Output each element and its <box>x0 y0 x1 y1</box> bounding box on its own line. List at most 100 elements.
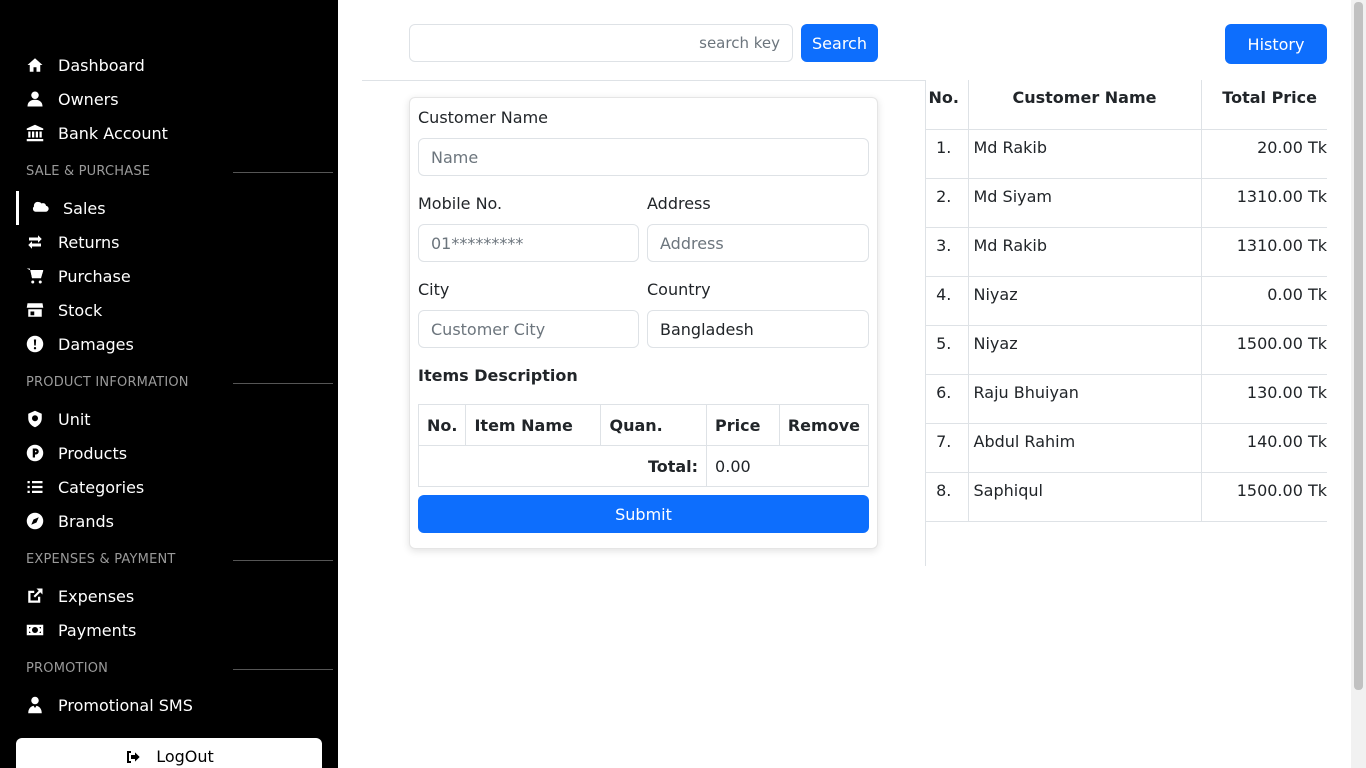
row-total-price: 0.00 Tk <box>1201 276 1327 326</box>
logout-label: LogOut <box>156 747 214 766</box>
sidebar-item-brands[interactable]: Brands <box>16 504 316 538</box>
row-total-price: 1500.00 Tk <box>1201 325 1327 375</box>
sidebar-item-label: Purchase <box>58 266 131 286</box>
sidebar-item-label: Owners <box>58 89 119 109</box>
store-icon <box>24 300 46 320</box>
row-no: 5. <box>926 325 969 375</box>
compass-icon <box>24 511 46 531</box>
divider <box>362 80 926 81</box>
mobile-label: Mobile No. <box>418 194 503 213</box>
items-header-quantity: Quan. <box>600 404 708 446</box>
table-row[interactable]: 5. Niyaz 1500.00 Tk <box>926 325 1327 375</box>
sidebar-item-label: Expenses <box>58 586 135 606</box>
row-customer-name: Abdul Rahim <box>968 423 1202 473</box>
customer-name-field[interactable] <box>418 138 869 176</box>
history-header-total-price: Total Price <box>1201 80 1327 130</box>
row-customer-name: Niyaz <box>968 276 1202 326</box>
sidebar-item-bank-account[interactable]: Bank Account <box>16 116 316 150</box>
sidebar-item-damages[interactable]: Damages <box>16 327 316 361</box>
sidebar-item-label: Bank Account <box>58 123 168 143</box>
row-no: 2. <box>926 178 969 228</box>
total-value: 0.00 <box>706 445 869 487</box>
sales-history-table: No. Customer Name Total Price 1. Md Raki… <box>926 80 1327 522</box>
table-row[interactable]: 6. Raju Bhuiyan 130.00 Tk <box>926 374 1327 424</box>
sidebar-item-expenses[interactable]: Expenses <box>16 579 316 613</box>
sidebar-item-products[interactable]: Products <box>16 436 316 470</box>
sidebar-item-label: Brands <box>58 511 114 531</box>
scrollbar-thumb[interactable] <box>1354 2 1363 690</box>
section-heading-expenses-payment: EXPENSES & PAYMENT <box>26 549 333 569</box>
city-field[interactable] <box>418 310 639 348</box>
sidebar-item-stock[interactable]: Stock <box>16 293 316 327</box>
total-label: Total: <box>417 445 708 487</box>
sidebar-item-label: Damages <box>58 334 134 354</box>
items-description-title: Items Description <box>418 366 578 385</box>
sidebar-item-payments[interactable]: Payments <box>16 613 316 647</box>
row-total-price: 130.00 Tk <box>1201 374 1327 424</box>
table-row[interactable]: 3. Md Rakib 1310.00 Tk <box>926 227 1327 277</box>
address-label: Address <box>647 194 711 213</box>
items-header-item-name: Item Name <box>465 404 602 446</box>
section-heading-product-information: PRODUCT INFORMATION <box>26 372 333 392</box>
mobile-field[interactable] <box>418 224 639 262</box>
row-customer-name: Raju Bhuiyan <box>968 374 1202 424</box>
row-total-price: 1310.00 Tk <box>1201 227 1327 277</box>
sidebar-item-label: Sales <box>63 198 106 218</box>
shield-icon <box>24 409 46 429</box>
external-link-icon <box>24 586 46 606</box>
row-customer-name: Md Rakib <box>968 227 1202 277</box>
sidebar-item-unit[interactable]: Unit <box>16 402 316 436</box>
address-field[interactable] <box>647 224 869 262</box>
sidebar-item-purchase[interactable]: Purchase <box>16 259 316 293</box>
table-row[interactable]: 1. Md Rakib 20.00 Tk <box>926 129 1327 179</box>
items-table: No. Item Name Quan. Price Remove Total: … <box>417 404 870 487</box>
row-customer-name: Saphiqul <box>968 472 1202 522</box>
sidebar-item-sales[interactable]: Sales <box>16 191 316 225</box>
submit-button[interactable]: Submit <box>418 495 869 533</box>
sidebar-item-owners[interactable]: Owners <box>16 82 316 116</box>
salesforce-cloud-icon <box>29 198 51 218</box>
country-label: Country <box>647 280 711 299</box>
history-header-no: No. <box>926 80 969 130</box>
section-heading-sale-purchase: SALE & PURCHASE <box>26 161 333 181</box>
history-header-customer-name: Customer Name <box>968 80 1202 130</box>
country-field[interactable] <box>647 310 869 348</box>
money-bill-icon <box>24 620 46 640</box>
history-button[interactable]: History <box>1225 24 1327 64</box>
section-heading-promotion: PROMOTION <box>26 658 333 678</box>
row-customer-name: Niyaz <box>968 325 1202 375</box>
sidebar-item-promotional-sms[interactable]: Promotional SMS <box>16 688 316 722</box>
row-customer-name: Md Rakib <box>968 129 1202 179</box>
sidebar-item-categories[interactable]: Categories <box>16 470 316 504</box>
customer-name-label: Customer Name <box>418 108 549 127</box>
cart-icon <box>24 266 46 286</box>
user-icon <box>24 89 46 109</box>
table-row[interactable]: 8. Saphiqul 1500.00 Tk <box>926 472 1327 522</box>
search-input[interactable] <box>409 24 793 62</box>
logout-button[interactable]: LogOut <box>16 738 322 768</box>
sidebar-item-label: Returns <box>58 232 120 252</box>
page-scrollbar[interactable] <box>1351 0 1366 768</box>
row-total-price: 1500.00 Tk <box>1201 472 1327 522</box>
user-tie-icon <box>24 695 46 715</box>
sidebar-item-label: Payments <box>58 620 137 640</box>
sidebar-item-label: Promotional SMS <box>58 695 193 715</box>
row-total-price: 20.00 Tk <box>1201 129 1327 179</box>
search-button[interactable]: Search <box>801 24 878 62</box>
row-no: 8. <box>926 472 969 522</box>
sidebar: Dashboard Owners Bank Account SALE & PUR… <box>0 0 338 768</box>
table-row[interactable]: 4. Niyaz 0.00 Tk <box>926 276 1327 326</box>
row-customer-name: Md Siyam <box>968 178 1202 228</box>
sidebar-item-dashboard[interactable]: Dashboard <box>16 48 316 82</box>
row-no: 3. <box>926 227 969 277</box>
row-total-price: 140.00 Tk <box>1201 423 1327 473</box>
city-label: City <box>418 280 450 299</box>
bank-icon <box>24 123 46 143</box>
sidebar-item-returns[interactable]: Returns <box>16 225 316 259</box>
list-icon <box>24 477 46 497</box>
table-row[interactable]: 2. Md Siyam 1310.00 Tk <box>926 178 1327 228</box>
home-icon <box>24 55 46 75</box>
product-p-icon <box>24 443 46 463</box>
table-row[interactable]: 7. Abdul Rahim 140.00 Tk <box>926 423 1327 473</box>
row-no: 6. <box>926 374 969 424</box>
